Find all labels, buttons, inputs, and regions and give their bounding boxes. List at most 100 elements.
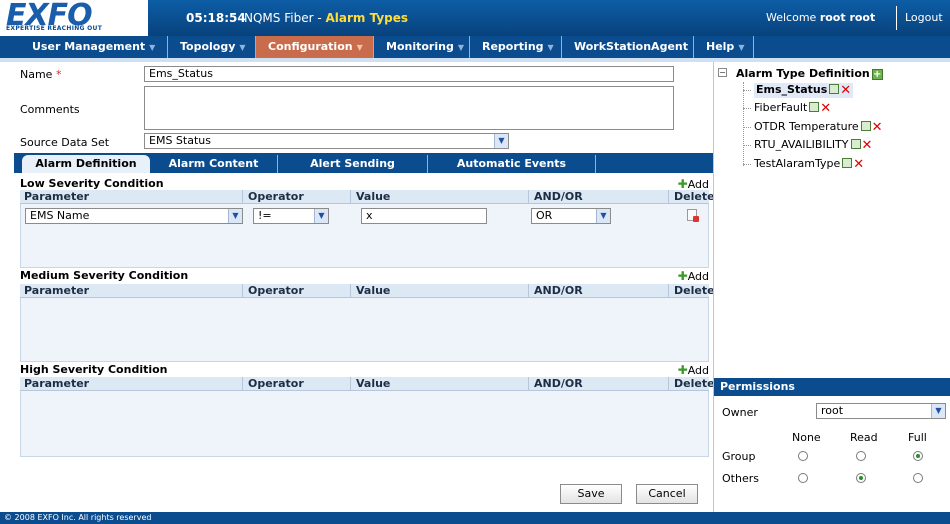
- menu-label: WorkStationAgent: [574, 40, 688, 53]
- tab-alarm-content[interactable]: Alarm Content: [150, 155, 278, 173]
- high-add-link[interactable]: ✚Add: [678, 363, 709, 377]
- app-title: NQMS Fiber - Alarm Types: [244, 11, 408, 25]
- tree-item-rtu-availibility[interactable]: RTU_AVAILIBILITY ✕: [754, 138, 872, 153]
- group-label: Group: [722, 450, 756, 463]
- app-header: EXFO EXPERTISE REACHING OUT 05:18:54 NQM…: [0, 0, 950, 36]
- medium-grid-header: Parameter Operator Value AND/OR Delete: [20, 284, 715, 298]
- header-divider: [896, 6, 897, 30]
- high-grid-body: [20, 391, 709, 457]
- remove-x-icon[interactable]: ✕: [872, 120, 883, 135]
- tree-item-fiberfault[interactable]: FiberFault ✕: [754, 101, 831, 116]
- col-divider: [668, 284, 669, 298]
- source-data-set-value: EMS Status: [149, 134, 211, 147]
- perm-col-read: Read: [850, 431, 878, 444]
- menu-label: Help: [706, 40, 735, 53]
- menu-workstation-agent[interactable]: WorkStationAgent: [562, 36, 694, 58]
- operator-value: !=: [258, 209, 272, 222]
- tree-item-otdr-temperature[interactable]: OTDR Temperature ✕: [754, 120, 883, 135]
- copy-icon[interactable]: [809, 102, 820, 112]
- andor-value: OR: [536, 209, 553, 222]
- cancel-button[interactable]: Cancel: [636, 484, 698, 504]
- operator-select[interactable]: != ▼: [253, 208, 329, 224]
- menu-label: Monitoring: [386, 40, 454, 53]
- side-panel: − Alarm Type Definition + Ems_Status ✕ Fib…: [713, 62, 950, 512]
- col-operator: Operator: [248, 284, 304, 297]
- add-label: Add: [687, 270, 709, 283]
- source-data-set-select[interactable]: EMS Status ▼: [144, 133, 509, 149]
- tree-item-ems-status[interactable]: Ems_Status ✕: [754, 83, 854, 98]
- plus-icon: ✚: [677, 269, 688, 283]
- tree-connector: [743, 164, 751, 165]
- medium-add-link[interactable]: ✚Add: [678, 269, 709, 283]
- add-icon[interactable]: +: [871, 69, 883, 80]
- tree-root[interactable]: Alarm Type Definition +: [736, 67, 883, 80]
- logout-link[interactable]: Logout: [905, 11, 943, 24]
- group-read-radio[interactable]: [856, 451, 866, 461]
- menu-configuration[interactable]: Configuration ▼: [256, 36, 374, 58]
- name-field[interactable]: Ems_Status: [144, 66, 674, 82]
- menu-reporting[interactable]: Reporting ▼: [470, 36, 562, 58]
- group-full-radio[interactable]: [913, 451, 923, 461]
- menu-label: Reporting: [482, 40, 544, 53]
- copy-icon[interactable]: [842, 158, 853, 168]
- col-divider: [528, 190, 529, 204]
- menu-monitoring[interactable]: Monitoring ▼: [374, 36, 470, 58]
- others-read-radio[interactable]: [856, 473, 866, 483]
- collapse-icon[interactable]: −: [718, 68, 727, 77]
- parameter-select[interactable]: EMS Name ▼: [25, 208, 243, 224]
- col-divider: [350, 377, 351, 391]
- others-full-radio[interactable]: [913, 473, 923, 483]
- chevron-down-icon: ▼: [149, 43, 156, 52]
- tree-item-testalaramtype[interactable]: TestAlaramType ✕: [754, 157, 864, 172]
- logo: EXFO EXPERTISE REACHING OUT: [0, 0, 148, 36]
- remove-x-icon[interactable]: ✕: [853, 157, 864, 172]
- add-label: Add: [687, 364, 709, 377]
- tab-automatic-events[interactable]: Automatic Events: [428, 155, 596, 173]
- andor-select[interactable]: OR ▼: [531, 208, 611, 224]
- col-andor: AND/OR: [534, 377, 583, 390]
- others-label: Others: [722, 472, 759, 485]
- col-parameter: Parameter: [24, 377, 90, 390]
- tree-connector: [743, 127, 751, 128]
- tree-item-label: OTDR Temperature: [754, 120, 859, 133]
- owner-select[interactable]: root ▼: [816, 403, 946, 419]
- menu-topology[interactable]: Topology ▼: [168, 36, 256, 58]
- copy-icon[interactable]: [829, 84, 840, 94]
- comments-field[interactable]: [144, 86, 674, 130]
- medium-grid-body: [20, 298, 709, 362]
- group-none-radio[interactable]: [798, 451, 808, 461]
- menu-label: Configuration: [268, 40, 353, 53]
- low-add-link[interactable]: ✚Add: [678, 177, 709, 191]
- col-value: Value: [356, 284, 391, 297]
- perm-col-full: Full: [908, 431, 927, 444]
- tree-connector: [743, 90, 751, 91]
- tree-connector: [743, 145, 751, 146]
- col-value: Value: [356, 190, 391, 203]
- col-parameter: Parameter: [24, 190, 90, 203]
- col-divider: [528, 377, 529, 391]
- welcome-text: Welcome root root: [766, 11, 875, 24]
- col-divider: [528, 284, 529, 298]
- col-delete: Delete: [674, 377, 715, 390]
- save-button[interactable]: Save: [560, 484, 622, 504]
- name-label-text: Name: [20, 68, 53, 81]
- menu-help[interactable]: Help ▼: [694, 36, 754, 58]
- high-grid-header: Parameter Operator Value AND/OR Delete: [20, 377, 715, 391]
- col-divider: [668, 377, 669, 391]
- copy-icon[interactable]: [850, 139, 861, 149]
- tab-bar: Alarm Definition Alarm Content Alert Sen…: [14, 153, 713, 173]
- page-name: Alarm Types: [325, 11, 409, 25]
- others-none-radio[interactable]: [798, 473, 808, 483]
- tab-alarm-definition[interactable]: Alarm Definition: [22, 155, 150, 173]
- copy-icon[interactable]: [860, 121, 871, 131]
- delete-row-icon[interactable]: [687, 209, 699, 222]
- menu-user-management[interactable]: User Management ▼: [20, 36, 168, 58]
- col-divider: [350, 284, 351, 298]
- parameter-value: EMS Name: [30, 209, 90, 222]
- value-input[interactable]: x: [361, 208, 487, 224]
- chevron-down-icon: ▼: [356, 43, 363, 52]
- tab-alert-sending[interactable]: Alert Sending: [278, 155, 428, 173]
- remove-x-icon[interactable]: ✕: [820, 101, 831, 116]
- remove-x-icon[interactable]: ✕: [862, 138, 873, 153]
- remove-x-icon[interactable]: ✕: [840, 83, 851, 98]
